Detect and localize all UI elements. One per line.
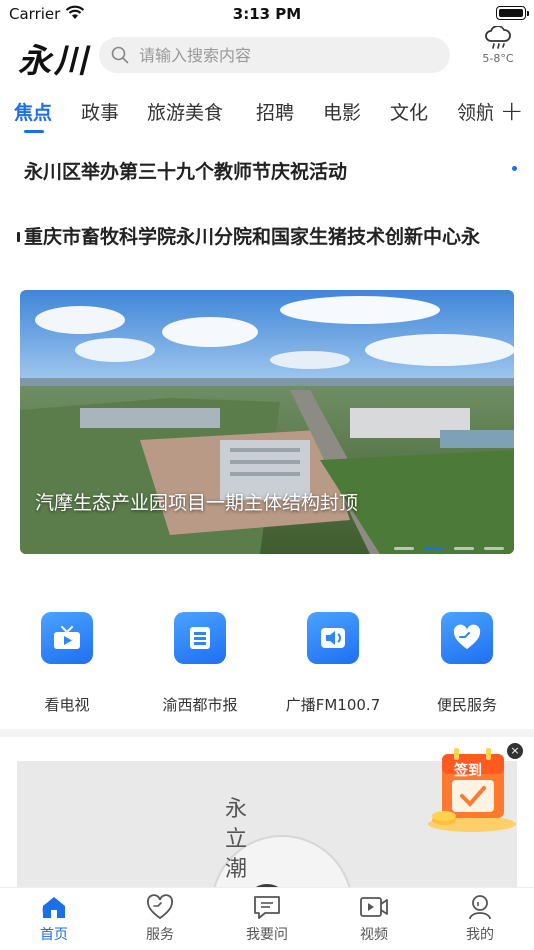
search-input[interactable]	[139, 37, 439, 73]
nav-label: 我要问	[246, 927, 288, 943]
calligraphy-art	[213, 835, 351, 887]
tab-focus[interactable]: 焦点	[14, 98, 52, 125]
tab-jobs[interactable]: 招聘	[256, 98, 294, 125]
marquee-edge	[17, 232, 20, 242]
headline-title: 重庆市畜牧科学院永川分院和国家生猪技术创新中心永	[24, 226, 481, 248]
carousel-dot[interactable]	[394, 547, 414, 550]
nav-label: 服务	[146, 927, 174, 943]
tab-pilot[interactable]: 领航	[457, 98, 493, 125]
heart-service-icon	[441, 612, 493, 664]
unread-dot	[512, 166, 517, 171]
weather-widget[interactable]: 5-8°C	[472, 26, 524, 65]
bottom-nav: 首页 服务 我要问 视频 我的	[0, 887, 534, 950]
signin-floating-button[interactable]: 签到 ×	[424, 740, 524, 836]
radio-speaker-icon	[307, 612, 359, 664]
app-logo[interactable]: 永川	[18, 34, 90, 82]
close-icon[interactable]: ×	[507, 743, 523, 759]
service-newspaper[interactable]: 渝西都市报	[140, 612, 260, 715]
carousel-pagination	[384, 535, 504, 554]
tv-icon	[41, 612, 93, 664]
service-label: 广播FM100.7	[285, 696, 381, 714]
carousel-caption: 汽摩生态产业园项目一期主体结构封顶	[35, 492, 359, 514]
home-icon	[42, 897, 65, 918]
news-carousel[interactable]: 汽摩生态产业园项目一期主体结构封顶	[20, 290, 514, 554]
nav-label: 视频	[360, 927, 388, 943]
calligraphy-text: 永立潮	[225, 797, 248, 882]
nav-video[interactable]: 视频	[334, 894, 414, 944]
tab-travel-food[interactable]: 旅游美食	[147, 98, 223, 125]
service-radio[interactable]: 广播FM100.7	[273, 612, 393, 715]
carousel-dot-active[interactable]	[424, 547, 444, 550]
signin-label: 签到	[454, 763, 482, 779]
nav-profile[interactable]: 我的	[440, 894, 520, 944]
profile-icon	[469, 895, 491, 920]
search-icon	[111, 46, 129, 64]
heart-icon	[147, 894, 173, 920]
nav-label: 首页	[40, 927, 68, 943]
tab-politics[interactable]: 政事	[81, 98, 119, 125]
nav-label: 我的	[466, 927, 494, 943]
nav-ask[interactable]: 我要问	[227, 894, 307, 944]
active-tab-indicator	[24, 130, 44, 133]
service-label: 便民服务	[436, 696, 497, 714]
tab-movies[interactable]: 电影	[323, 98, 361, 125]
nav-service[interactable]: 服务	[120, 894, 200, 944]
add-tab-button[interactable]: +	[500, 94, 523, 127]
category-tabs: 焦点 政事 旅游美食 招聘 电影 文化 领航 +	[0, 90, 534, 136]
service-convenience[interactable]: 便民服务	[407, 612, 527, 715]
search-bar[interactable]	[99, 37, 450, 73]
carousel-dot[interactable]	[484, 547, 504, 550]
service-label: 看电视	[44, 696, 90, 714]
status-time: 3:13 PM	[232, 5, 302, 23]
chat-icon	[254, 896, 280, 919]
cloud-rain-icon	[485, 26, 511, 49]
headline-item[interactable]: 重庆市畜牧科学院永川分院和国家生猪技术创新中心永	[0, 222, 534, 252]
carousel-dot[interactable]	[454, 547, 474, 550]
battery-icon	[496, 6, 529, 20]
weather-temperature: 5-8°C	[482, 52, 514, 65]
nav-home[interactable]: 首页	[14, 894, 94, 944]
video-icon	[360, 897, 388, 917]
tab-culture[interactable]: 文化	[390, 98, 428, 125]
headline-title: 永川区举办第三十九个教师节庆祝活动	[24, 161, 348, 183]
newspaper-icon	[174, 612, 226, 664]
service-label: 渝西都市报	[162, 696, 238, 714]
status-bar: Carrier 3:13 PM	[0, 0, 534, 28]
section-divider	[0, 729, 534, 737]
service-watch-tv[interactable]: 看电视	[7, 612, 127, 715]
headline-item[interactable]: 永川区举办第三十九个教师节庆祝活动	[0, 157, 534, 187]
